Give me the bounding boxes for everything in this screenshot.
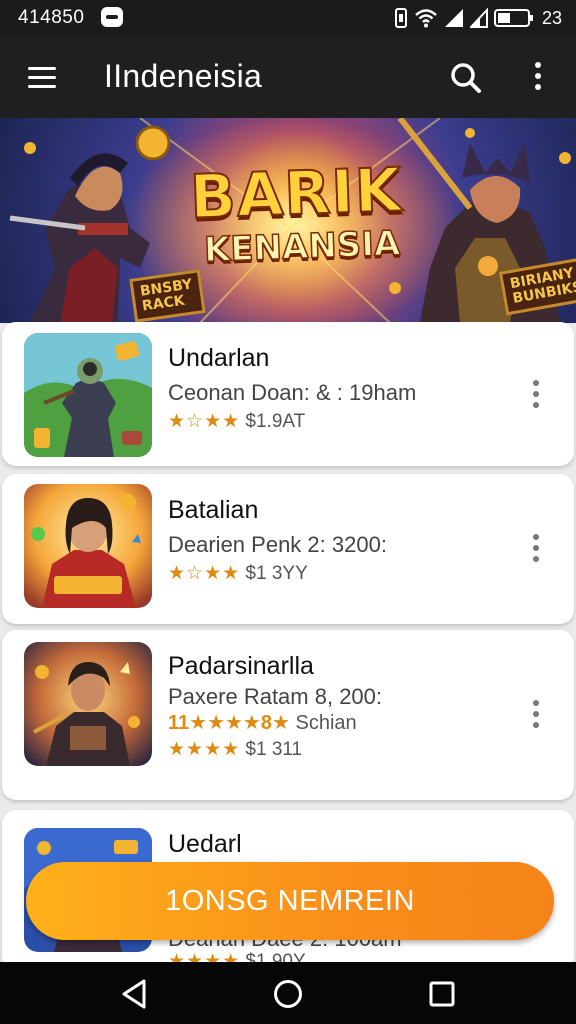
game-extra: 11★★★★8★ Schian (168, 710, 357, 735)
rating-text: $1 311 (245, 739, 303, 760)
rating-text: $1.9AT (245, 411, 306, 432)
system-nav-bar (0, 962, 576, 1024)
battery-icon (493, 9, 533, 27)
game-title: Uedarl (168, 830, 242, 858)
more-options-button[interactable] (522, 56, 554, 100)
vibrate-icon (394, 8, 407, 28)
home-circle-icon (274, 980, 302, 1008)
battery-text: 23 (541, 7, 562, 28)
rating-stars: ★☆★★ (168, 411, 241, 432)
game-title: Batalian (168, 496, 259, 524)
extra-label: Schian (295, 712, 357, 734)
rating-stars: ★☆★★ (168, 563, 241, 584)
search-icon (451, 63, 481, 93)
home-button[interactable] (268, 976, 308, 1012)
game-card-1[interactable]: Undarlan Ceonan Doan: & : 19ham ★☆★★ $1.… (2, 322, 574, 466)
game-art (24, 642, 152, 766)
game-art (24, 484, 152, 608)
status-bar: 414850 23 (0, 0, 576, 36)
rating-stars: ★★★★ (168, 739, 241, 760)
game-title: Padarsinarlla (168, 652, 314, 680)
rating-text: $1 3YY (245, 563, 308, 584)
game-title: Undarlan (168, 344, 270, 372)
status-icons: 23 (394, 6, 562, 30)
back-triangle-icon (122, 979, 146, 1009)
banner-title: BARIK (188, 154, 405, 233)
signal-icon-2 (469, 8, 488, 28)
back-button[interactable] (114, 976, 154, 1012)
promo-banner[interactable]: BARIK KENANSIA BNSBY RACK BIRIANY BUNBIK… (0, 118, 576, 323)
game-thumbnail (24, 484, 152, 608)
banner-subtitle: KENANSIA (203, 223, 402, 271)
game-rating: ★☆★★ $1.9AT (168, 410, 305, 433)
recents-square-icon (429, 981, 455, 1007)
game-card-3[interactable]: Padarsinarlla Paxere Ratam 8, 200: 11★★★… (2, 630, 574, 800)
status-time: 414850 (18, 7, 85, 28)
card-more-button[interactable] (526, 700, 546, 733)
notification-icon (101, 7, 123, 27)
card-more-button[interactable] (526, 380, 546, 413)
game-thumbnail (24, 642, 152, 766)
game-card-2[interactable]: Batalian Dearien Penk 2: 3200: ★☆★★ $1 3… (2, 474, 574, 624)
card-more-button[interactable] (526, 534, 546, 567)
game-meta: Ceonan Doan: & : 19ham (168, 380, 417, 405)
wifi-icon (415, 9, 437, 28)
game-rating: ★☆★★ $1 3YY (168, 562, 308, 585)
game-meta: Paxere Ratam 8, 200: (168, 684, 383, 709)
more-vert-icon (522, 56, 554, 90)
page-title: IIndeneisia (104, 58, 263, 94)
search-button[interactable] (444, 56, 488, 100)
extra-stars: 11★★★★8★ (168, 712, 290, 734)
game-art (24, 333, 152, 457)
signal-icon (444, 9, 463, 27)
hamburger-menu-button[interactable] (22, 58, 62, 98)
game-thumbnail (24, 333, 152, 457)
primary-cta-button[interactable]: 1ONSG NEMREIN (26, 862, 554, 940)
game-meta: Dearien Penk 2: 3200: (168, 532, 387, 557)
game-rating: ★★★★ $1 311 (168, 738, 302, 761)
app-bar: IIndeneisia (0, 36, 576, 118)
recents-button[interactable] (422, 976, 462, 1012)
